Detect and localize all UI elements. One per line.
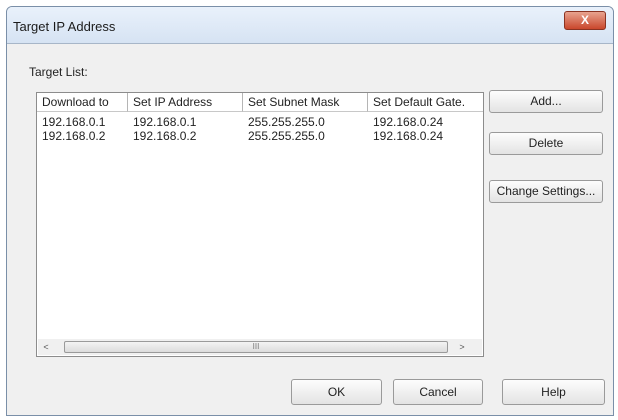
- cell-ip-address: 192.168.0.2: [133, 129, 197, 143]
- column-header-subnet-mask[interactable]: Set Subnet Mask: [243, 93, 368, 112]
- cell-ip-address: 192.168.0.1: [133, 115, 197, 129]
- close-button[interactable]: X: [564, 11, 606, 30]
- scroll-right-icon[interactable]: >: [454, 339, 470, 355]
- cell-default-gateway: 192.168.0.24: [373, 115, 444, 129]
- window-title: Target IP Address: [13, 19, 116, 34]
- title-bar: Target IP Address X: [7, 7, 613, 44]
- ok-button[interactable]: OK: [291, 379, 382, 405]
- column-header-ip-address[interactable]: Set IP Address: [128, 93, 243, 112]
- dialog-window: Target IP Address X Target List: Downloa…: [6, 6, 614, 416]
- horizontal-scrollbar[interactable]: < III >: [38, 339, 482, 355]
- table-row[interactable]: 192.168.0.1 192.168.0.1 255.255.255.0 19…: [37, 115, 483, 129]
- help-button[interactable]: Help: [502, 379, 605, 405]
- column-header-default-gateway[interactable]: Set Default Gate.: [368, 93, 483, 112]
- target-list[interactable]: Download to Set IP Address Set Subnet Ma…: [36, 92, 484, 357]
- scrollbar-thumb[interactable]: III: [64, 341, 448, 353]
- target-list-label: Target List:: [29, 65, 88, 79]
- grip-icon: III: [252, 342, 260, 351]
- cancel-button[interactable]: Cancel: [393, 379, 483, 405]
- cell-subnet-mask: 255.255.255.0: [248, 115, 325, 129]
- column-header-download-to[interactable]: Download to: [37, 93, 128, 112]
- add-button[interactable]: Add...: [489, 90, 603, 113]
- change-settings-button[interactable]: Change Settings...: [489, 180, 603, 203]
- list-header: Download to Set IP Address Set Subnet Ma…: [37, 93, 483, 112]
- cell-download-to: 192.168.0.1: [42, 115, 106, 129]
- delete-button[interactable]: Delete: [489, 132, 603, 155]
- cell-default-gateway: 192.168.0.24: [373, 129, 444, 143]
- close-icon: X: [580, 13, 589, 27]
- table-row[interactable]: 192.168.0.2 192.168.0.2 255.255.255.0 19…: [37, 129, 483, 143]
- cell-download-to: 192.168.0.2: [42, 129, 106, 143]
- cell-subnet-mask: 255.255.255.0: [248, 129, 325, 143]
- scroll-left-icon[interactable]: <: [38, 339, 54, 355]
